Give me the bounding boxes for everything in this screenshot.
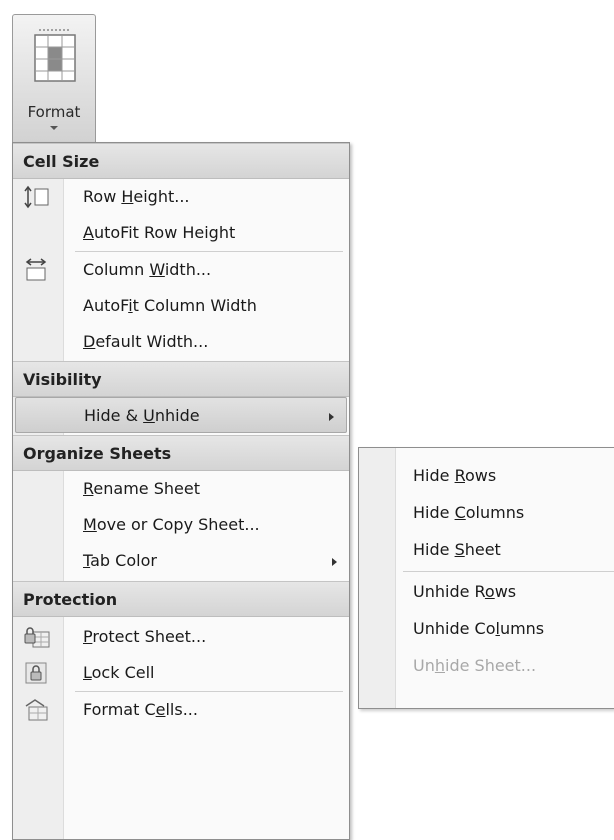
- menu-item-hide-unhide[interactable]: Hide & Unhide: [15, 397, 347, 433]
- hide-unhide-submenu: Hide Rows Hide Columns Hide Sheet Unhide…: [358, 447, 614, 709]
- submenu-item-unhide-rows[interactable]: Unhide Rows: [359, 574, 614, 610]
- menu-item-lock-cell[interactable]: Lock Cell: [13, 655, 349, 691]
- menu-item-move-or-copy-sheet[interactable]: Move or Copy Sheet...: [13, 507, 349, 543]
- section-header-organize-sheets: Organize Sheets: [13, 435, 349, 471]
- lock-icon: [23, 660, 51, 686]
- format-cells-icon: [23, 697, 51, 723]
- menu-item-rename-sheet[interactable]: Rename Sheet: [13, 471, 349, 507]
- submenu-item-hide-sheet[interactable]: Hide Sheet: [359, 532, 614, 568]
- section-header-protection: Protection: [13, 581, 349, 617]
- menu-item-row-height[interactable]: Row Height...: [13, 179, 349, 215]
- menu-item-tab-color[interactable]: Tab Color: [13, 543, 349, 579]
- format-grid-icon: [33, 27, 77, 101]
- format-button-label: Format: [27, 103, 81, 121]
- menu-item-default-width[interactable]: Default Width...: [13, 324, 349, 360]
- protect-sheet-icon: [23, 624, 51, 650]
- menu-item-autofit-row-height[interactable]: AutoFit Row Height: [13, 215, 349, 251]
- section-header-visibility: Visibility: [13, 361, 349, 397]
- row-height-icon: [23, 184, 51, 210]
- menu-item-autofit-column-width[interactable]: AutoFit Column Width: [13, 288, 349, 324]
- column-width-icon: [23, 257, 51, 283]
- submenu-item-unhide-sheet: Unhide Sheet...: [413, 656, 537, 675]
- chevron-right-icon: [329, 413, 334, 421]
- menu-item-protect-sheet[interactable]: Protect Sheet...: [13, 619, 349, 655]
- format-ribbon-button[interactable]: Format: [12, 14, 96, 142]
- submenu-separator: [403, 571, 614, 572]
- chevron-down-icon: [50, 126, 58, 130]
- chevron-right-icon: [332, 558, 337, 566]
- section-header-cell-size: Cell Size: [13, 143, 349, 179]
- menu-item-format-cells[interactable]: Format Cells...: [13, 692, 349, 728]
- submenu-item-hide-rows[interactable]: Hide Rows: [359, 458, 614, 494]
- menu-item-column-width[interactable]: Column Width...: [13, 252, 349, 288]
- submenu-item-unhide-columns[interactable]: Unhide Columns: [359, 611, 614, 647]
- submenu-item-hide-columns[interactable]: Hide Columns: [359, 495, 614, 531]
- format-dropdown-menu: Cell Size Row Height... AutoFit Row Heig…: [12, 142, 350, 840]
